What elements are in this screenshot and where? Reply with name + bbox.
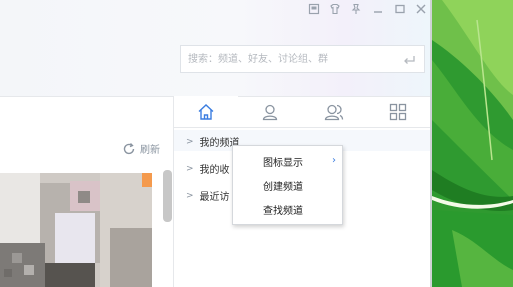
maximize-icon[interactable] — [393, 3, 407, 17]
leaf-image — [432, 0, 513, 287]
enter-icon[interactable] — [402, 52, 416, 66]
desktop-wallpaper — [432, 0, 513, 287]
refresh-icon — [123, 142, 135, 154]
tree-item-favorites[interactable]: > 我的收 — [186, 161, 230, 177]
skin-icon[interactable] — [307, 3, 321, 17]
header-area — [0, 0, 432, 96]
scrollbar-thumb[interactable] — [163, 170, 172, 222]
search-box[interactable] — [180, 45, 425, 73]
menu-item-icon-display[interactable]: 图标显示 — [263, 154, 303, 169]
chevron-right-icon: › — [332, 155, 336, 166]
menu-item-create-channel[interactable]: 创建频道 — [263, 178, 303, 193]
tree-item-label: 最近访 — [199, 192, 230, 203]
menu-item-find-channel[interactable]: 查找频道 — [263, 202, 303, 217]
tab-groups[interactable] — [302, 96, 366, 127]
shirt-icon[interactable] — [328, 3, 342, 17]
tab-home[interactable] — [174, 96, 238, 127]
refresh-label: 刷新 — [140, 145, 160, 156]
tree-item-label: 我的收 — [199, 165, 230, 176]
context-menu: 图标显示 › 创建频道 查找频道 — [232, 145, 343, 225]
video-thumbnail[interactable] — [0, 173, 152, 287]
search-input[interactable] — [181, 46, 393, 72]
chevron-right-icon: > — [186, 190, 194, 201]
contact-icon — [262, 104, 278, 120]
tab-apps[interactable] — [366, 96, 430, 127]
app-window: 刷新 — [0, 0, 432, 287]
grid-icon — [389, 103, 407, 120]
close-icon[interactable] — [414, 3, 428, 17]
home-icon — [198, 103, 214, 120]
chevron-right-icon: > — [186, 136, 194, 147]
group-icon — [324, 104, 344, 120]
tab-bar — [174, 96, 432, 128]
refresh-button[interactable]: 刷新 — [122, 141, 160, 156]
chevron-right-icon: > — [186, 163, 194, 174]
minimize-icon[interactable] — [371, 3, 385, 17]
tree-item-recent[interactable]: > 最近访 — [186, 188, 230, 204]
thumbnail-image — [0, 173, 152, 287]
tab-contacts[interactable] — [238, 96, 302, 127]
pin-icon[interactable] — [349, 3, 363, 17]
